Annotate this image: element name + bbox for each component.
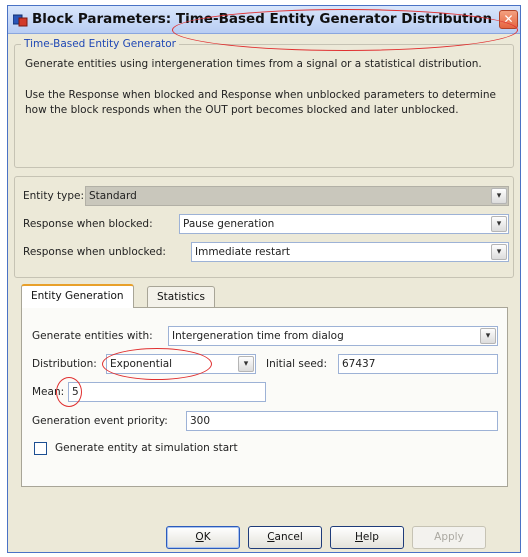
response-unblocked-label: Response when unblocked: [23,246,166,258]
mean-field[interactable]: 5 [68,382,266,402]
title-bar[interactable]: Block Parameters: Time-Based Entity Gene… [8,6,520,34]
cancel-mnemonic: C [267,531,275,543]
parameters-group: Entity type: Standard ▾ Response when bl… [14,176,514,278]
ok-button[interactable]: OK [166,526,240,549]
entity-type-value: Standard [89,190,137,202]
start-checkbox[interactable] [34,442,47,455]
apply-button[interactable]: Apply [412,526,486,549]
initial-seed-label: Initial seed: [266,358,327,370]
window-title: Block Parameters: Time-Based Entity Gene… [32,11,498,27]
tab-statistics[interactable]: Statistics [147,286,215,308]
priority-label: Generation event priority: [32,415,168,427]
tab-entity-generation[interactable]: Entity Generation [21,284,134,308]
description-line-1: Generate entities using intergeneration … [25,58,482,70]
chevron-down-icon[interactable]: ▾ [491,244,507,260]
chevron-down-icon[interactable]: ▾ [491,216,507,232]
priority-value: 300 [190,415,211,427]
help-mnemonic: H [355,531,363,543]
chevron-down-icon[interactable]: ▾ [480,328,496,344]
chevron-down-icon[interactable]: ▾ [491,188,507,204]
description-line-2: Use the Response when blocked and Respon… [25,89,496,116]
help-button[interactable]: Help [330,526,404,549]
distribution-value: Exponential [110,358,173,370]
priority-field[interactable]: 300 [186,411,498,431]
entity-type-label: Entity type: [23,190,84,202]
response-blocked-dropdown[interactable]: Pause generation ▾ [179,214,509,234]
distribution-dropdown[interactable]: Exponential ▾ [106,354,256,374]
generate-with-dropdown[interactable]: Intergeneration time from dialog ▾ [168,326,498,346]
generate-with-value: Intergeneration time from dialog [172,330,344,342]
group-title: Time-Based Entity Generator [21,38,179,50]
mean-label: Mean: [32,386,65,398]
distribution-label: Distribution: [32,358,97,370]
start-checkbox-label[interactable]: Generate entity at simulation start [55,442,238,454]
response-unblocked-value: Immediate restart [195,246,290,258]
mean-value: 5 [72,386,79,398]
cancel-label: ancel [274,531,303,543]
generate-with-label: Generate entities with: [32,330,153,342]
cancel-button[interactable]: Cancel [248,526,322,549]
chevron-down-icon[interactable]: ▾ [238,356,254,372]
response-unblocked-dropdown[interactable]: Immediate restart ▾ [191,242,509,262]
ok-label: K [203,531,211,543]
response-blocked-label: Response when blocked: [23,218,153,230]
entity-generation-panel: Generate entities with: Intergeneration … [21,307,508,487]
help-label: elp [362,531,379,543]
block-parameters-icon [13,14,28,27]
ok-mnemonic: O [195,531,204,543]
initial-seed-field[interactable]: 67437 [338,354,498,374]
entity-type-dropdown[interactable]: Standard ▾ [85,186,509,206]
close-icon[interactable]: ✕ [499,10,518,29]
description-group: Time-Based Entity Generator Generate ent… [14,38,514,168]
block-parameters-dialog: Block Parameters: Time-Based Entity Gene… [7,5,521,553]
response-blocked-value: Pause generation [183,218,275,230]
initial-seed-value: 67437 [342,358,376,370]
